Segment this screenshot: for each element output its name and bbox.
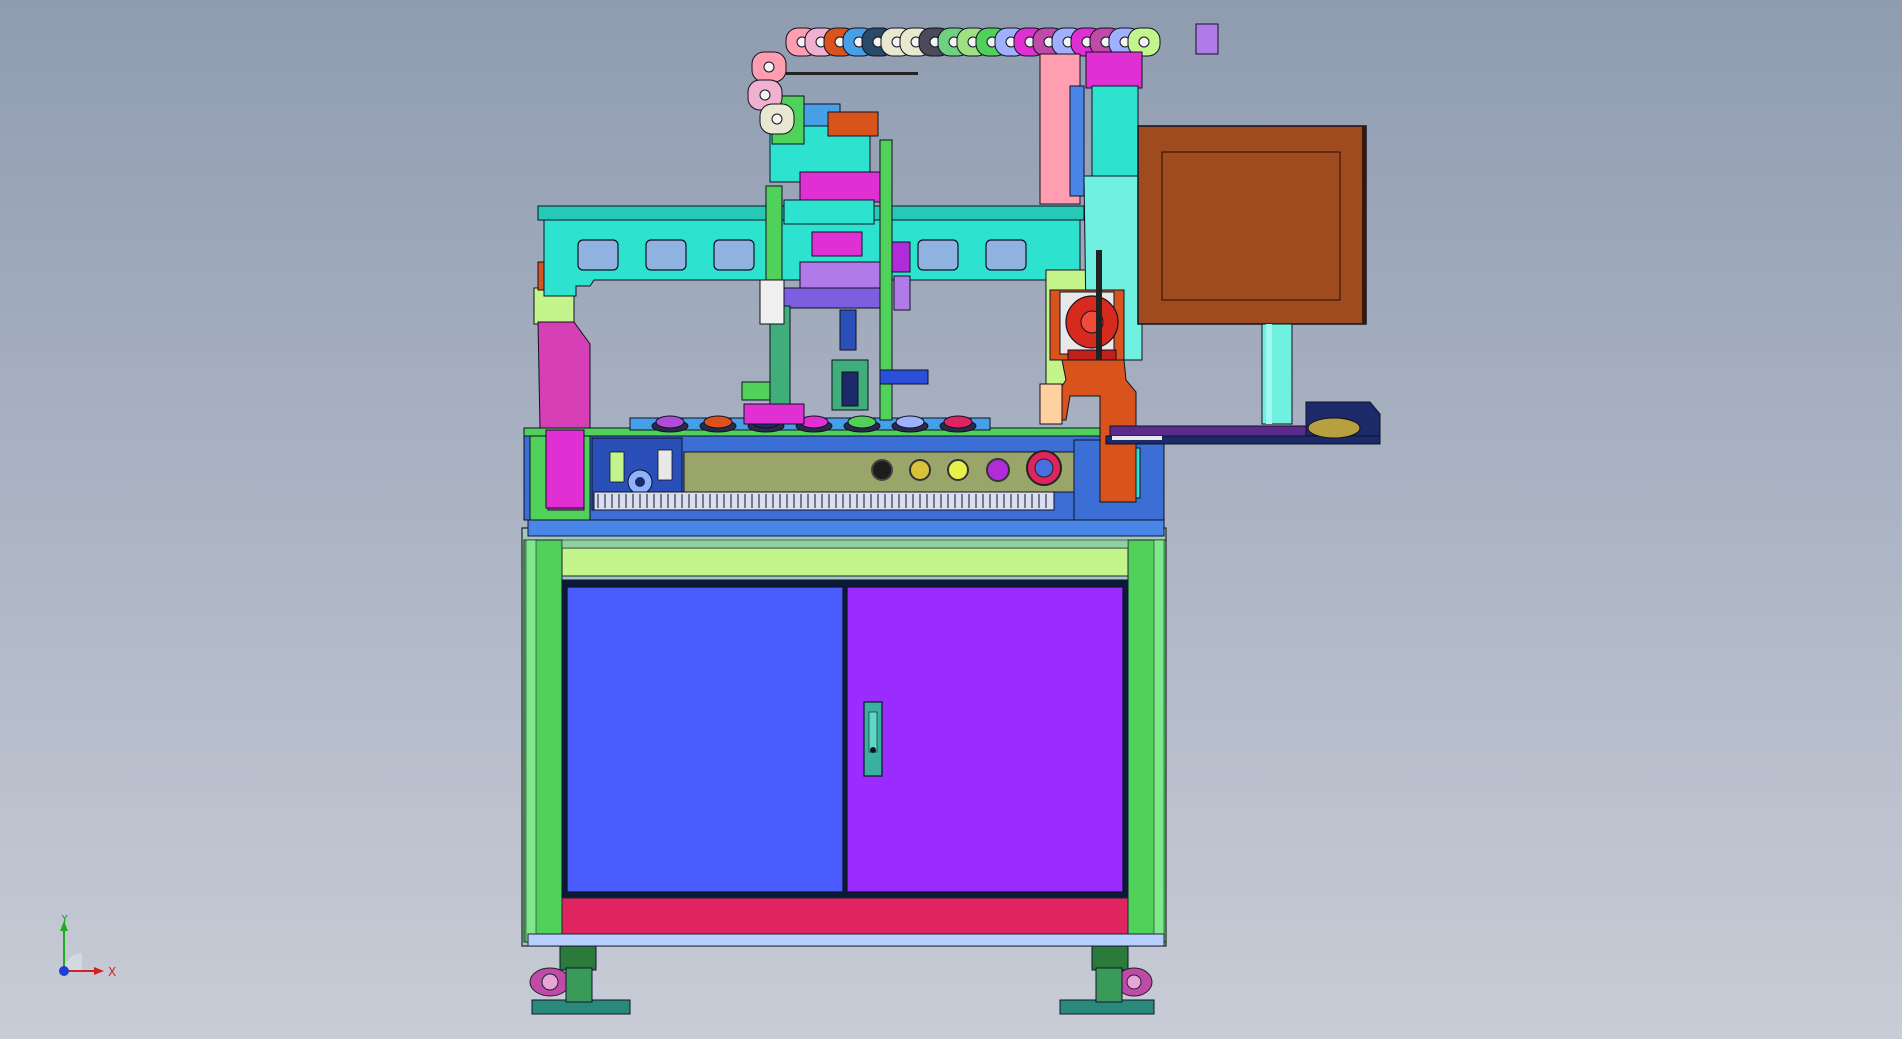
fixture-puck[interactable]: [895, 415, 925, 429]
kick-panel: [561, 897, 1129, 935]
cabinet-door-right[interactable]: [846, 586, 1124, 893]
z-axis-dot: [59, 966, 69, 976]
machine-model[interactable]: [0, 0, 1902, 1039]
beam-slot: [985, 239, 1027, 271]
cabinet-door-left[interactable]: [566, 586, 844, 893]
fixture-puck[interactable]: [703, 415, 733, 429]
chain-end: [1195, 23, 1219, 55]
cabinet[interactable]: [521, 519, 1167, 1015]
beam-slot: [713, 239, 755, 271]
work-deck[interactable]: [523, 415, 1165, 521]
left-caster: [529, 939, 631, 1015]
beam-slot: [645, 239, 687, 271]
monitor[interactable]: [1137, 125, 1367, 325]
fixture-puck[interactable]: [655, 415, 685, 429]
x-axis-label: X: [108, 965, 116, 977]
beam-slot: [577, 239, 619, 271]
mouse[interactable]: [1307, 417, 1361, 439]
y-axis-label: Y: [60, 915, 69, 926]
beam-slot: [917, 239, 959, 271]
cad-viewport[interactable]: Y X: [0, 0, 1902, 1039]
right-caster: [1059, 939, 1155, 1015]
monitor-assembly[interactable]: [1105, 125, 1381, 445]
fixture-puck[interactable]: [943, 415, 973, 429]
fixture-puck[interactable]: [847, 415, 877, 429]
coordinate-triad: Y X: [59, 915, 116, 977]
